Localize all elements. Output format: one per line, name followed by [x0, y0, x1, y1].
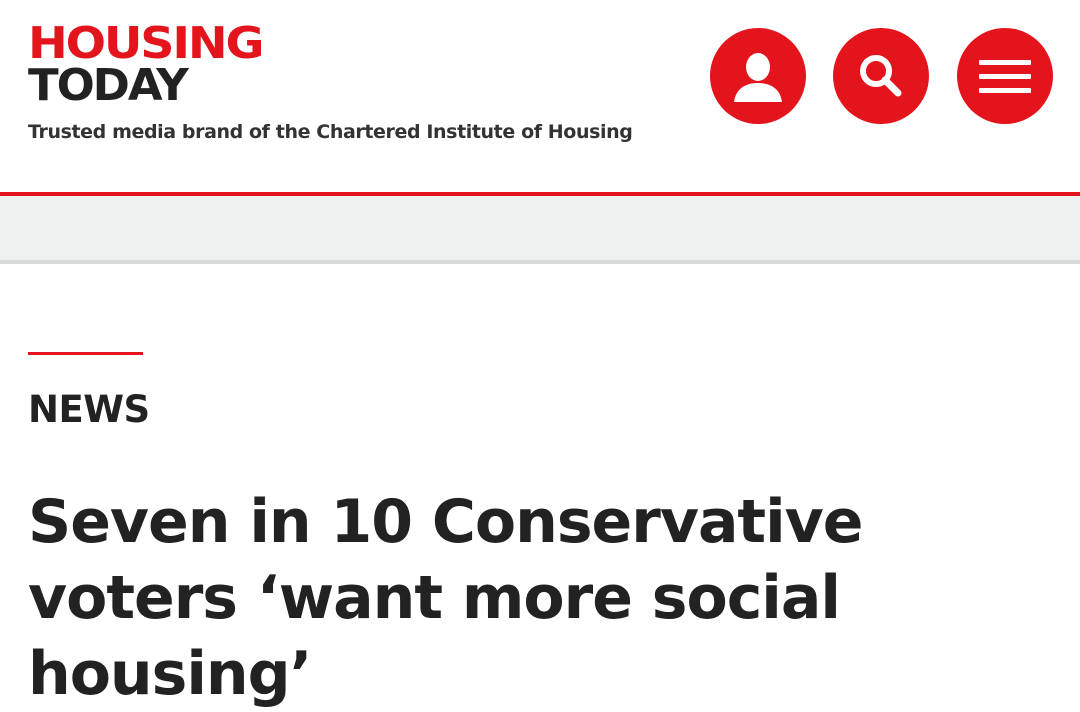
article-header: NEWS Seven in 10 Conservative voters ‘wa… — [28, 352, 1028, 712]
search-button[interactable] — [833, 28, 929, 124]
account-button[interactable] — [710, 28, 806, 124]
menu-icon — [979, 60, 1031, 93]
section-label[interactable]: NEWS — [28, 388, 1028, 431]
article-headline: Seven in 10 Conservative voters ‘want mo… — [28, 487, 864, 709]
brand-tagline: Trusted media brand of the Chartered Ins… — [28, 121, 633, 143]
navigation-bar — [0, 196, 1080, 264]
site-header: HOUSING TODAY Trusted media brand of the… — [0, 0, 1080, 192]
logo-today: TODAY — [28, 60, 189, 111]
site-logo[interactable]: HOUSING TODAY — [28, 22, 264, 108]
menu-button[interactable] — [957, 28, 1053, 124]
search-icon — [860, 55, 902, 97]
section-accent-line — [28, 352, 143, 355]
user-icon — [734, 53, 782, 102]
